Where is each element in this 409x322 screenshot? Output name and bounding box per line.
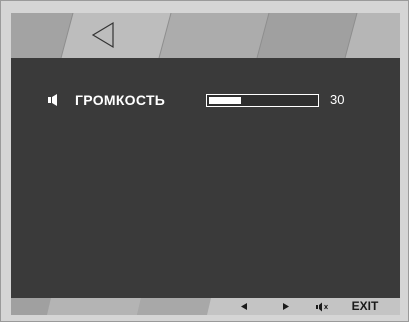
osd-frame: ГРОМКОСТЬ 30 EXIT bbox=[11, 13, 400, 315]
top-bar-decoration bbox=[11, 13, 400, 58]
osd-top-bar bbox=[11, 13, 400, 58]
right-arrow-icon bbox=[283, 303, 289, 310]
back-button[interactable] bbox=[89, 19, 117, 51]
back-triangle-icon bbox=[91, 21, 114, 49]
volume-slider-fill bbox=[209, 97, 241, 104]
left-button[interactable] bbox=[237, 298, 251, 315]
mute-icon bbox=[316, 302, 328, 312]
mute-button[interactable] bbox=[314, 298, 332, 315]
exit-button[interactable]: EXIT bbox=[349, 298, 381, 315]
monitor-osd: ГРОМКОСТЬ 30 EXIT bbox=[0, 0, 409, 322]
volume-row: ГРОМКОСТЬ 30 bbox=[47, 91, 367, 109]
right-button[interactable] bbox=[279, 298, 293, 315]
volume-label: ГРОМКОСТЬ bbox=[75, 92, 166, 108]
volume-slider[interactable] bbox=[206, 94, 319, 107]
speaker-icon bbox=[48, 94, 57, 106]
left-arrow-icon bbox=[241, 303, 247, 310]
osd-bottom-bar: EXIT bbox=[11, 298, 400, 315]
bottom-bar-decoration bbox=[11, 298, 400, 315]
volume-value: 30 bbox=[330, 92, 345, 107]
osd-content: ГРОМКОСТЬ 30 bbox=[11, 58, 400, 298]
